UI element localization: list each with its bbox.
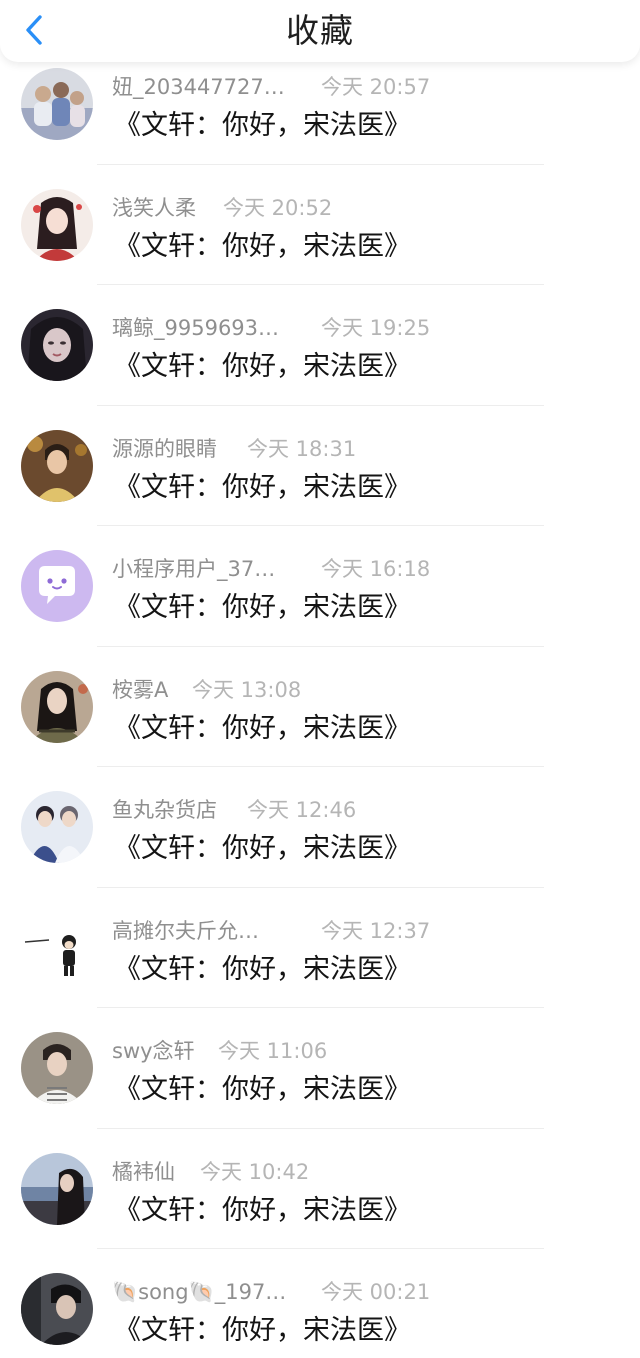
timestamp: 今天 20:52 bbox=[223, 195, 333, 220]
item-content[interactable]: 《文轩：你好，宋法医》 bbox=[114, 950, 411, 990]
username[interactable]: 橘袆仙 bbox=[112, 1157, 175, 1187]
avatar[interactable] bbox=[21, 670, 93, 743]
timestamp: 今天 16:18 bbox=[321, 557, 431, 581]
item-meta: 璃鲸_9959693… 今天 19:25 bbox=[112, 313, 442, 343]
list-item[interactable]: 橘袆仙 今天 10:42 《文轩：你好，宋法医》 bbox=[0, 1129, 640, 1249]
avatar[interactable] bbox=[21, 911, 93, 984]
favorites-page: 收藏 妞_203447727… 今天 20:57 《文轩：你好，宋法医》 浅笑人… bbox=[0, 0, 640, 1358]
list-item[interactable]: 鱼丸杂货店 今天 12:46 《文轩：你好，宋法医》 bbox=[0, 767, 640, 888]
timestamp: 今天 11:06 bbox=[218, 1039, 328, 1063]
avatar[interactable] bbox=[21, 1032, 93, 1104]
list-item[interactable]: 璃鲸_9959693… 今天 19:25 《文轩：你好，宋法医》 bbox=[0, 285, 640, 406]
avatar[interactable] bbox=[21, 1273, 93, 1345]
username[interactable]: 🐚song🐚_197… bbox=[112, 1277, 286, 1307]
item-content[interactable]: 《文轩：你好，宋法医》 bbox=[114, 347, 411, 387]
avatar[interactable] bbox=[21, 791, 93, 863]
username[interactable]: 桉雾A bbox=[112, 675, 168, 705]
username[interactable]: 高摊尔夫斤允… bbox=[112, 916, 259, 946]
item-meta: 浅笑人柔 今天 20:52 bbox=[112, 193, 442, 223]
username[interactable]: 源源的眼睛 bbox=[112, 434, 217, 464]
avatar[interactable] bbox=[21, 550, 93, 622]
timestamp: 今天 13:08 bbox=[192, 677, 302, 702]
girl-photo-avatar-icon bbox=[21, 670, 93, 743]
avatar[interactable] bbox=[21, 68, 93, 140]
username[interactable]: 浅笑人柔 bbox=[112, 193, 196, 223]
avatar[interactable] bbox=[21, 429, 93, 502]
mini-program-chat-avatar-icon bbox=[21, 550, 93, 622]
avatar[interactable] bbox=[21, 188, 93, 261]
list-item[interactable]: 小程序用户_37… 今天 16:18 《文轩：你好，宋法医》 bbox=[0, 526, 640, 647]
item-content[interactable]: 《文轩：你好，宋法医》 bbox=[114, 588, 411, 628]
illustrated-girl-avatar-icon bbox=[21, 188, 93, 261]
item-content[interactable]: 《文轩：你好，宋法医》 bbox=[114, 829, 411, 869]
timestamp: 今天 00:21 bbox=[321, 1280, 431, 1304]
timestamp: 今天 19:25 bbox=[321, 316, 431, 340]
list-item[interactable]: 高摊尔夫斤允… 今天 12:37 《文轩：你好，宋法医》 bbox=[0, 888, 640, 1008]
list-item[interactable]: 妞_203447727… 今天 20:57 《文轩：你好，宋法医》 bbox=[0, 44, 640, 165]
timestamp: 今天 20:57 bbox=[321, 75, 431, 99]
avatar[interactable] bbox=[21, 1152, 93, 1225]
top-nav-bar: 收藏 bbox=[0, 0, 640, 62]
avatar[interactable] bbox=[21, 309, 93, 381]
list-item[interactable]: 浅笑人柔 今天 20:52 《文轩：你好，宋法医》 bbox=[0, 165, 640, 285]
item-meta: 高摊尔夫斤允… 今天 12:37 bbox=[112, 916, 442, 946]
cartoon-figure-avatar-icon bbox=[21, 911, 93, 984]
boy-portrait-avatar-icon bbox=[21, 1032, 93, 1104]
username[interactable]: 鱼丸杂货店 bbox=[112, 795, 217, 825]
timestamp: 今天 12:37 bbox=[321, 918, 431, 943]
list-item[interactable]: 🐚song🐚_197… 今天 00:21 《文轩：你好，宋法医》 bbox=[0, 1249, 640, 1358]
item-meta: 妞_203447727… 今天 20:57 bbox=[112, 72, 442, 102]
list-item[interactable]: swy念轩 今天 11:06 《文轩：你好，宋法医》 bbox=[0, 1008, 640, 1129]
two-boys-avatar-icon bbox=[21, 791, 93, 863]
item-meta: 源源的眼睛 今天 18:31 bbox=[112, 434, 442, 464]
family-photo-avatar-icon bbox=[21, 68, 93, 140]
timestamp: 今天 12:46 bbox=[247, 798, 357, 822]
dark-boy-avatar-icon bbox=[21, 1273, 93, 1345]
item-meta: 鱼丸杂货店 今天 12:46 bbox=[112, 795, 442, 825]
item-content[interactable]: 《文轩：你好，宋法医》 bbox=[114, 1311, 411, 1351]
list-item[interactable]: 源源的眼睛 今天 18:31 《文轩：你好，宋法医》 bbox=[0, 406, 640, 526]
item-meta: 小程序用户_37… 今天 16:18 bbox=[112, 554, 442, 584]
boy-photo-avatar-icon bbox=[21, 429, 93, 502]
page-title: 收藏 bbox=[286, 11, 354, 50]
item-content[interactable]: 《文轩：你好，宋法医》 bbox=[114, 1191, 411, 1231]
seaside-avatar-icon bbox=[21, 1152, 93, 1225]
username[interactable]: 璃鲸_9959693… bbox=[112, 313, 279, 343]
username[interactable]: 妞_203447727… bbox=[112, 72, 285, 102]
timestamp: 今天 10:42 bbox=[200, 1159, 310, 1184]
item-content[interactable]: 《文轩：你好，宋法医》 bbox=[114, 709, 411, 749]
item-meta: 桉雾A 今天 13:08 bbox=[112, 675, 442, 705]
item-content[interactable]: 《文轩：你好，宋法医》 bbox=[114, 227, 411, 267]
username[interactable]: 小程序用户_37… bbox=[112, 554, 275, 584]
item-meta: 🐚song🐚_197… 今天 00:21 bbox=[112, 1277, 442, 1307]
list-item[interactable]: 桉雾A 今天 13:08 《文轩：你好，宋法医》 bbox=[0, 647, 640, 767]
item-content[interactable]: 《文轩：你好，宋法医》 bbox=[114, 106, 411, 146]
item-meta: swy念轩 今天 11:06 bbox=[112, 1036, 442, 1066]
username[interactable]: swy念轩 bbox=[112, 1036, 195, 1066]
dark-portrait-avatar-icon bbox=[21, 309, 93, 381]
timestamp: 今天 18:31 bbox=[247, 436, 357, 461]
favorites-list: 妞_203447727… 今天 20:57 《文轩：你好，宋法医》 浅笑人柔 今… bbox=[0, 44, 640, 1358]
item-content[interactable]: 《文轩：你好，宋法医》 bbox=[114, 1070, 411, 1110]
item-meta: 橘袆仙 今天 10:42 bbox=[112, 1157, 442, 1187]
item-content[interactable]: 《文轩：你好，宋法医》 bbox=[114, 468, 411, 508]
